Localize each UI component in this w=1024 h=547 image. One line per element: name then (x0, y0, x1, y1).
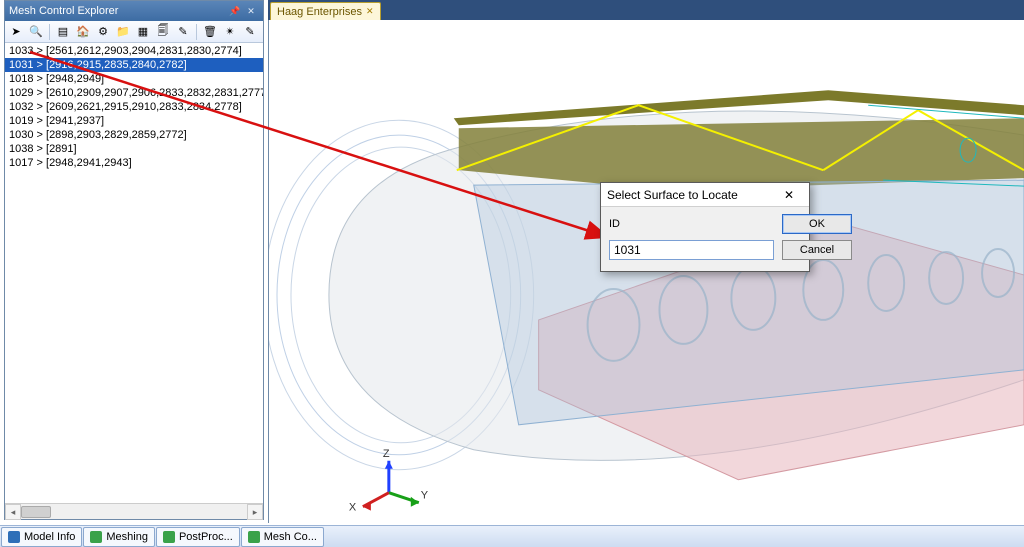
toolbar-button[interactable]: ✎ (241, 23, 259, 41)
tree-row[interactable]: 1019 > [2941,2937] (5, 114, 263, 128)
toolbar-button[interactable]: ✴ (221, 23, 239, 41)
status-tab-icon (163, 531, 175, 543)
scroll-right-arrow[interactable]: ▸ (247, 504, 263, 520)
toolbar-button[interactable]: 🏠 (74, 23, 92, 41)
panel-toolbar: ➤🔍▤🏠⚙📁▦🗐✎🗑✴✎ (5, 21, 263, 43)
svg-text:Z: Z (383, 448, 390, 460)
pin-icon[interactable]: 📌 (227, 4, 243, 18)
select-surface-dialog: Select Surface to Locate ✕ ID OK Cancel (600, 182, 810, 272)
status-tab-label: Model Info (24, 531, 75, 543)
tree-row[interactable]: 1030 > [2898,2903,2829,2859,2772] (5, 128, 263, 142)
ok-button[interactable]: OK (782, 214, 852, 234)
scroll-thumb[interactable] (21, 506, 51, 518)
tree-row[interactable]: 1018 > [2948,2949] (5, 72, 263, 86)
dialog-close-icon[interactable]: ✕ (775, 186, 803, 204)
status-bar: Model Info Meshing PostProc... Mesh Co... (0, 525, 1024, 547)
cancel-button[interactable]: Cancel (782, 240, 852, 260)
status-tab[interactable]: Model Info (1, 527, 82, 547)
document-tab-strip: Haag Enterprises ✕ (268, 0, 1024, 20)
document-tab[interactable]: Haag Enterprises ✕ (270, 2, 381, 20)
toolbar-button[interactable]: ▤ (54, 23, 72, 41)
svg-text:X: X (349, 502, 357, 514)
dialog-title: Select Surface to Locate (607, 188, 775, 202)
mesh-control-explorer-panel: Mesh Control Explorer 📌 ✕ ➤🔍▤🏠⚙📁▦🗐✎🗑✴✎ 1… (4, 0, 264, 520)
panel-title: Mesh Control Explorer (9, 5, 227, 17)
toolbar-button[interactable]: ⚙ (94, 23, 112, 41)
tree-row[interactable]: 1031 > [2916,2915,2835,2840,2782] (5, 58, 263, 72)
close-panel-icon[interactable]: ✕ (243, 4, 259, 18)
horizontal-scrollbar[interactable]: ◂ ▸ (5, 503, 263, 519)
toolbar-button[interactable]: ➤ (7, 23, 25, 41)
toolbar-button[interactable]: 📁 (114, 23, 132, 41)
status-tab-icon (8, 531, 20, 543)
status-tab-label: Mesh Co... (264, 531, 317, 543)
toolbar-button[interactable]: 🗐 (154, 23, 172, 41)
status-tab-icon (248, 531, 260, 543)
close-tab-icon[interactable]: ✕ (366, 6, 374, 17)
tree-row[interactable]: 1033 > [2561,2612,2903,2904,2831,2830,27… (5, 44, 263, 58)
toolbar-button[interactable]: ✎ (174, 23, 192, 41)
panel-titlebar: Mesh Control Explorer 📌 ✕ (5, 1, 263, 21)
status-tab[interactable]: PostProc... (156, 527, 240, 547)
status-tab-label: PostProc... (179, 531, 233, 543)
status-tab[interactable]: Mesh Co... (241, 527, 324, 547)
toolbar-button[interactable]: 🔍 (27, 23, 45, 41)
scroll-left-arrow[interactable]: ◂ (5, 504, 21, 520)
svg-text:Y: Y (421, 490, 429, 502)
document-tab-label: Haag Enterprises (277, 6, 362, 18)
dialog-body: ID OK Cancel (601, 207, 809, 271)
status-tab-label: Meshing (106, 531, 148, 543)
tree-row[interactable]: 1038 > [2891] (5, 142, 263, 156)
tree-row[interactable]: 1032 > [2609,2621,2915,2910,2833,2834,27… (5, 100, 263, 114)
dialog-titlebar[interactable]: Select Surface to Locate ✕ (601, 183, 809, 207)
tree-row[interactable]: 1017 > [2948,2941,2943] (5, 156, 263, 170)
mesh-control-tree[interactable]: 1033 > [2561,2612,2903,2904,2831,2830,27… (5, 43, 263, 503)
status-tab-icon (90, 531, 102, 543)
id-input[interactable] (609, 240, 774, 260)
tree-row[interactable]: 1029 > [2610,2909,2907,2906,2833,2832,28… (5, 86, 263, 100)
id-label: ID (609, 218, 774, 230)
toolbar-button[interactable]: 🗑 (201, 23, 219, 41)
status-tab[interactable]: Meshing (83, 527, 155, 547)
toolbar-button[interactable]: ▦ (134, 23, 152, 41)
